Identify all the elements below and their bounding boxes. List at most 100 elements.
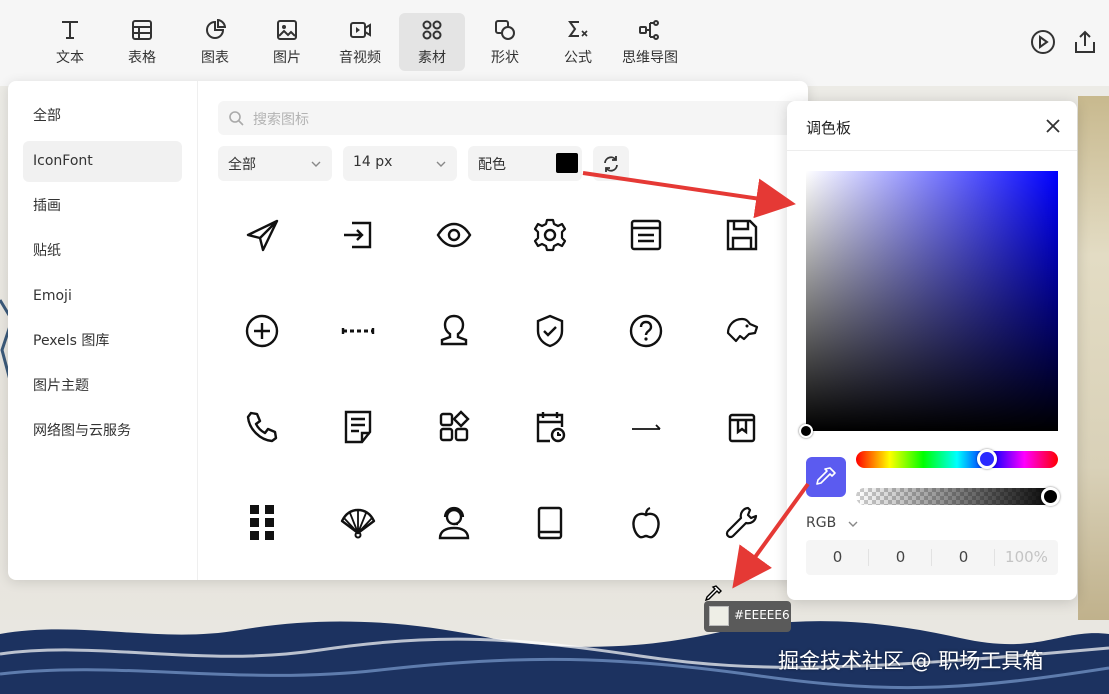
palette-title: 调色板	[806, 119, 852, 137]
toolbar-item-label: 表格	[128, 50, 156, 66]
play-icon[interactable]	[1030, 29, 1056, 55]
color-mode-select[interactable]: RGB	[806, 515, 836, 531]
bookmark-book-icon[interactable]	[722, 407, 762, 447]
send-icon[interactable]	[242, 215, 282, 255]
note-icon[interactable]	[338, 407, 378, 447]
category-image-theme[interactable]: 图片主题	[23, 366, 182, 407]
saturation-value-area[interactable]	[806, 171, 1058, 431]
shape-icon	[495, 20, 515, 40]
apple-icon[interactable]	[626, 503, 666, 543]
mindmap-icon	[639, 20, 659, 40]
apps-icon[interactable]	[434, 407, 474, 447]
video-icon	[350, 22, 371, 38]
toolbar-item-image[interactable]: 图片	[254, 13, 320, 71]
chevron-down-icon[interactable]	[847, 518, 859, 530]
toolbar-item-media[interactable]: 音视频	[327, 13, 393, 71]
shield-check-icon[interactable]	[530, 311, 570, 351]
alpha-input[interactable]: 100%	[995, 540, 1058, 575]
close-icon[interactable]	[1044, 117, 1062, 135]
toolbar-item-label: 文本	[56, 50, 84, 66]
pie-chart-icon	[206, 19, 226, 39]
share-icon[interactable]	[1072, 29, 1098, 55]
size-select-value: 14 px	[353, 154, 393, 170]
toolbar-item-label: 形状	[491, 50, 519, 66]
chevron-down-icon	[436, 161, 446, 167]
calendar-clock-icon[interactable]	[530, 407, 570, 447]
toolbar-item-label: 素材	[418, 50, 446, 66]
alpha-slider[interactable]	[856, 488, 1058, 505]
blue-input[interactable]: 0	[932, 540, 995, 575]
phone-icon[interactable]	[242, 407, 282, 447]
search-placeholder: 搜索图标	[253, 112, 309, 128]
sampled-color-swatch	[709, 606, 729, 626]
refresh-button[interactable]	[593, 146, 629, 181]
refresh-icon	[604, 156, 618, 172]
green-input[interactable]: 0	[869, 540, 932, 575]
window-icon[interactable]	[626, 215, 666, 255]
grid-icon	[422, 20, 442, 40]
size-select[interactable]: 14 px	[343, 146, 457, 181]
alpha-slider-handle[interactable]	[1041, 487, 1060, 506]
plus-circle-icon[interactable]	[242, 311, 282, 351]
color-select-label: 配色	[478, 157, 506, 173]
table-icon	[132, 20, 152, 40]
red-input[interactable]: 0	[806, 540, 869, 575]
toolbar-item-label: 公式	[564, 50, 592, 66]
headset-user-icon[interactable]	[434, 503, 474, 543]
dots-grid-icon[interactable]	[242, 503, 282, 543]
materials-panel: 全部 IconFont 插画 贴纸 Emoji Pexels 图库 图片主题 网…	[8, 81, 808, 580]
eyedropper-button[interactable]	[806, 457, 846, 497]
text-icon	[62, 21, 78, 39]
toolbar-item-formula[interactable]: 公式	[545, 13, 611, 71]
category-select-value: 全部	[228, 157, 256, 173]
category-illustration[interactable]: 插画	[23, 186, 182, 227]
color-select[interactable]: 配色	[468, 146, 582, 181]
category-iconfont[interactable]: IconFont	[23, 141, 182, 182]
category-list: 全部 IconFont 插画 贴纸 Emoji Pexels 图库 图片主题 网…	[8, 81, 198, 580]
toolbar-item-label: 音视频	[339, 50, 381, 66]
tablet-icon[interactable]	[530, 503, 570, 543]
dashed-line-icon[interactable]	[338, 311, 378, 351]
long-arrow-icon[interactable]	[626, 407, 666, 447]
toolbar-item-table[interactable]: 表格	[109, 13, 175, 71]
category-sticker[interactable]: 贴纸	[23, 231, 182, 272]
dog-icon[interactable]	[722, 311, 762, 351]
login-icon[interactable]	[338, 215, 378, 255]
fan-icon[interactable]	[338, 503, 378, 543]
toolbar-item-label: 图片	[273, 50, 301, 66]
toolbar-item-shape[interactable]: 形状	[472, 13, 538, 71]
wrench-icon[interactable]	[722, 503, 762, 543]
color-picker-handle[interactable]	[799, 424, 813, 438]
color-hex-tooltip: #EEEEE6	[704, 601, 791, 632]
color-swatch[interactable]	[556, 153, 578, 173]
hue-slider-handle[interactable]	[977, 449, 997, 469]
sampled-color-hex: #EEEEE6	[734, 608, 790, 622]
background-artwork-right	[1078, 96, 1109, 626]
category-emoji[interactable]: Emoji	[23, 276, 182, 317]
image-icon	[277, 20, 297, 40]
search-input[interactable]: 搜索图标	[218, 101, 798, 135]
chevron-down-icon	[311, 161, 321, 167]
category-network-cloud[interactable]: 网络图与云服务	[23, 411, 182, 452]
search-icon	[229, 111, 244, 126]
color-palette-popup: 调色板 RGB 0 0 0 100%	[787, 101, 1077, 600]
user-icon[interactable]	[434, 311, 474, 351]
sigma-icon	[568, 21, 588, 37]
toolbar-item-label: 思维导图	[622, 50, 678, 66]
category-pexels[interactable]: Pexels 图库	[23, 321, 182, 362]
toolbar-item-label: 图表	[201, 50, 229, 66]
toolbar-item-chart[interactable]: 图表	[182, 13, 248, 71]
eye-icon[interactable]	[434, 215, 474, 255]
top-toolbar: 文本 表格 图表 图片 音视频 素材 形状 公式 思维导图	[0, 0, 1109, 86]
question-circle-icon[interactable]	[626, 311, 666, 351]
toolbar-item-materials[interactable]: 素材	[399, 13, 465, 71]
toolbar-item-mindmap[interactable]: 思维导图	[617, 13, 683, 71]
category-select[interactable]: 全部	[218, 146, 332, 181]
category-all[interactable]: 全部	[23, 96, 182, 137]
toolbar-item-text[interactable]: 文本	[37, 13, 103, 71]
palette-divider	[787, 150, 1077, 151]
hue-slider[interactable]	[856, 451, 1058, 468]
gear-icon[interactable]	[530, 215, 570, 255]
watermark: 掘金技术社区 @ 职场工具箱	[778, 649, 1044, 673]
save-icon[interactable]	[722, 215, 762, 255]
